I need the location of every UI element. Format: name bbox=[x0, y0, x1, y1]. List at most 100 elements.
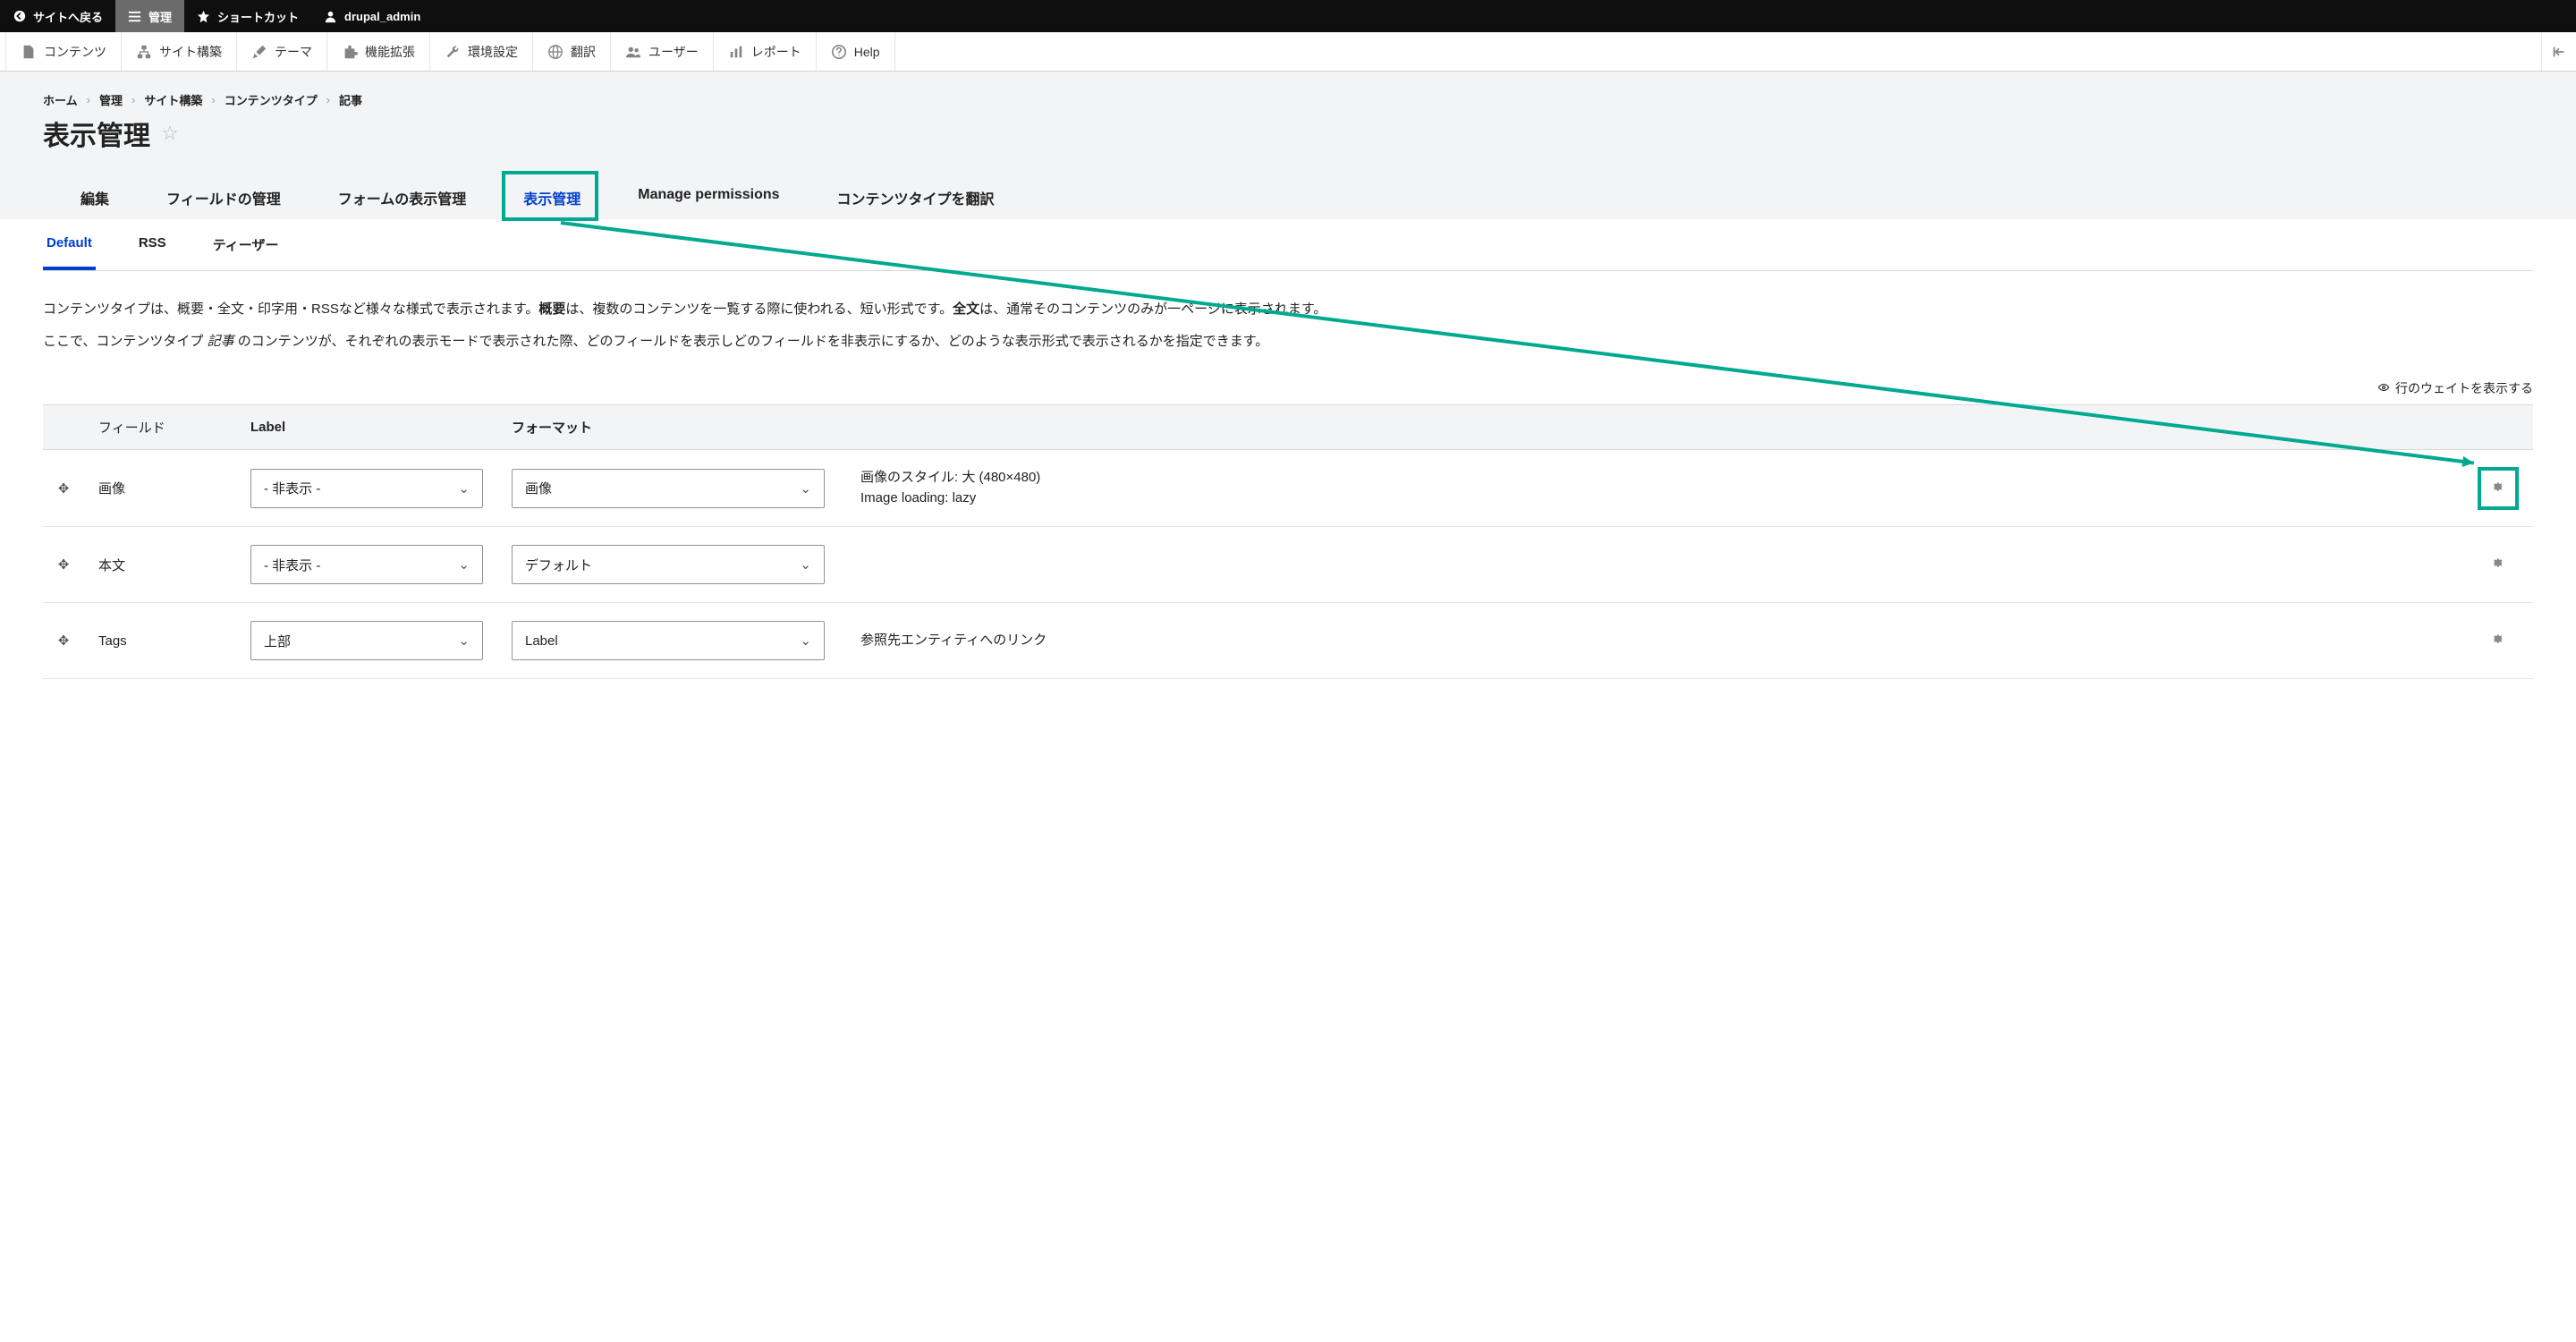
field-name: 本文 bbox=[84, 527, 236, 603]
select-value: 上部 bbox=[264, 632, 291, 650]
admin-people[interactable]: ユーザー bbox=[611, 32, 714, 71]
toolbar-back[interactable]: サイトへ戻る bbox=[0, 0, 115, 32]
breadcrumb: ホーム › 管理 › サイト構築 › コンテンツタイプ › 記事 bbox=[43, 91, 2533, 108]
admin-structure[interactable]: サイト構築 bbox=[122, 32, 237, 71]
admin-extend[interactable]: 機能拡張 bbox=[327, 32, 430, 71]
admin-config-label: 環境設定 bbox=[468, 43, 518, 61]
desc-text: ここで、コンテンツタイプ bbox=[43, 334, 208, 349]
field-name: Tags bbox=[84, 603, 236, 679]
toolbar: サイトへ戻る 管理 ショートカット drupal_admin bbox=[0, 0, 2576, 32]
brush-icon bbox=[251, 44, 267, 60]
breadcrumb-item[interactable]: 管理 bbox=[99, 91, 123, 108]
admin-translate[interactable]: 翻訳 bbox=[533, 32, 611, 71]
table-row: ✥ Tags 上部⌄ Label⌄ 参照先エンティティへのリンク bbox=[43, 603, 2533, 679]
drag-handle-icon[interactable]: ✥ bbox=[58, 633, 70, 649]
format-summary: 画像のスタイル: 大 (480×480)Image loading: lazy bbox=[846, 450, 2462, 527]
select-value: 画像 bbox=[525, 479, 552, 497]
toolbar-back-label: サイトへ戻る bbox=[33, 8, 103, 25]
drag-handle-icon[interactable]: ✥ bbox=[58, 557, 70, 573]
stab-default[interactable]: Default bbox=[43, 219, 96, 270]
format-select[interactable]: Label⌄ bbox=[512, 621, 825, 660]
gear-icon[interactable] bbox=[2490, 480, 2504, 494]
tab-form[interactable]: フォームの表示管理 bbox=[331, 176, 474, 219]
chevron-right-icon: › bbox=[211, 93, 215, 106]
chevron-right-icon: › bbox=[131, 93, 135, 106]
stab-teaser[interactable]: ティーザー bbox=[209, 219, 283, 270]
tab-fields[interactable]: フィールドの管理 bbox=[159, 176, 288, 219]
select-value: デフォルト bbox=[525, 556, 592, 574]
chevron-down-icon: ⌄ bbox=[458, 633, 470, 649]
chevron-right-icon: › bbox=[326, 93, 330, 106]
toolbar-shortcuts[interactable]: ショートカット bbox=[184, 0, 311, 32]
select-value: - 非表示 - bbox=[264, 556, 320, 574]
show-weights-label: 行のウェイトを表示する bbox=[2395, 379, 2533, 397]
th-label: Label bbox=[236, 405, 497, 450]
tab-display[interactable]: 表示管理 bbox=[516, 176, 588, 219]
admin-help-label: Help bbox=[854, 45, 880, 59]
desc-text: のコンテンツが、それぞれの表示モードで表示された際、どのフィールドを表示しどのフ… bbox=[238, 334, 1268, 349]
desc-text: 概要 bbox=[538, 302, 565, 317]
breadcrumb-item[interactable]: 記事 bbox=[339, 91, 362, 108]
admin-collapse[interactable] bbox=[2541, 32, 2576, 71]
chart-icon bbox=[728, 44, 744, 60]
content: Default RSS ティーザー コンテンツタイプは、概要・全文・印字用・RS… bbox=[0, 219, 2576, 715]
toolbar-manage[interactable]: 管理 bbox=[115, 0, 184, 32]
admin-reports-label: レポート bbox=[751, 43, 801, 61]
breadcrumb-item[interactable]: サイト構築 bbox=[144, 91, 202, 108]
admin-help[interactable]: Help bbox=[817, 32, 895, 71]
admin-content[interactable]: コンテンツ bbox=[5, 32, 122, 71]
gear-icon[interactable] bbox=[2490, 632, 2504, 646]
format-summary bbox=[846, 527, 2462, 603]
admin-menu: コンテンツ サイト構築 テーマ 機能拡張 環境設定 翻訳 ユーザー レポート H… bbox=[0, 32, 2576, 72]
gear-icon[interactable] bbox=[2490, 556, 2504, 570]
label-select[interactable]: - 非表示 -⌄ bbox=[250, 469, 483, 508]
secondary-tabs: Default RSS ティーザー bbox=[43, 219, 2533, 271]
admin-appearance[interactable]: テーマ bbox=[237, 32, 327, 71]
format-select[interactable]: 画像 ⌄ bbox=[512, 469, 825, 508]
tab-edit[interactable]: 編集 bbox=[73, 176, 116, 219]
format-select[interactable]: デフォルト ⌄ bbox=[512, 545, 825, 584]
star-outline-icon[interactable]: ☆ bbox=[161, 122, 179, 145]
label-select[interactable]: - 非表示 - ⌄ bbox=[250, 545, 483, 584]
tab-translate[interactable]: コンテンツタイプを翻訳 bbox=[830, 176, 1002, 219]
desc-text: は、通常そのコンテンツのみが一ページに表示されます。 bbox=[979, 302, 1326, 317]
chevron-down-icon: ⌄ bbox=[800, 480, 811, 497]
th-format: フォーマット bbox=[497, 405, 846, 450]
admin-reports[interactable]: レポート bbox=[714, 32, 817, 71]
eye-icon bbox=[2377, 381, 2390, 396]
show-weights-link[interactable]: 行のウェイトを表示する bbox=[43, 379, 2533, 397]
admin-extend-label: 機能拡張 bbox=[365, 43, 415, 61]
field-name: 画像 bbox=[84, 450, 236, 527]
user-icon bbox=[324, 10, 337, 23]
stab-rss[interactable]: RSS bbox=[135, 219, 170, 270]
tab-permissions[interactable]: Manage permissions bbox=[631, 176, 786, 219]
hamburger-icon bbox=[128, 10, 141, 23]
toolbar-user-label: drupal_admin bbox=[344, 10, 420, 23]
desc-text: は、複数のコンテンツを一覧する際に使われる、短い形式です。 bbox=[565, 302, 953, 317]
structure-icon bbox=[136, 44, 152, 60]
chevron-left-icon bbox=[13, 10, 26, 23]
admin-config[interactable]: 環境設定 bbox=[430, 32, 533, 71]
toolbar-user[interactable]: drupal_admin bbox=[311, 0, 433, 32]
chevron-down-icon: ⌄ bbox=[800, 556, 811, 573]
page-title: 表示管理 bbox=[43, 114, 150, 153]
admin-people-label: ユーザー bbox=[648, 43, 699, 61]
wrench-icon bbox=[445, 44, 461, 60]
display-table: フィールド Label フォーマット ✥ 画像 - 非表示 -⌄ 画像⌄ 画像の… bbox=[43, 404, 2533, 679]
people-icon bbox=[625, 44, 641, 60]
chevron-down-icon: ⌄ bbox=[458, 556, 470, 573]
desc-text: 全文 bbox=[953, 302, 979, 317]
breadcrumb-item[interactable]: ホーム bbox=[43, 91, 78, 108]
chevron-down-icon: ⌄ bbox=[458, 480, 470, 497]
breadcrumb-item[interactable]: コンテンツタイプ bbox=[225, 91, 318, 108]
drag-handle-icon[interactable]: ✥ bbox=[58, 481, 70, 497]
file-icon bbox=[21, 44, 37, 60]
description: コンテンツタイプは、概要・全文・印字用・RSSなど様々な様式で表示されます。概要… bbox=[43, 298, 2533, 352]
globe-icon bbox=[547, 44, 564, 60]
page-header: ホーム › 管理 › サイト構築 › コンテンツタイプ › 記事 表示管理 ☆ 編集 フ… bbox=[0, 72, 2576, 219]
puzzle-icon bbox=[342, 44, 358, 60]
admin-appearance-label: テーマ bbox=[275, 43, 312, 61]
chevron-right-icon: › bbox=[87, 93, 90, 106]
label-select[interactable]: 上部 ⌄ bbox=[250, 621, 483, 660]
chevron-down-icon: ⌄ bbox=[800, 633, 811, 649]
